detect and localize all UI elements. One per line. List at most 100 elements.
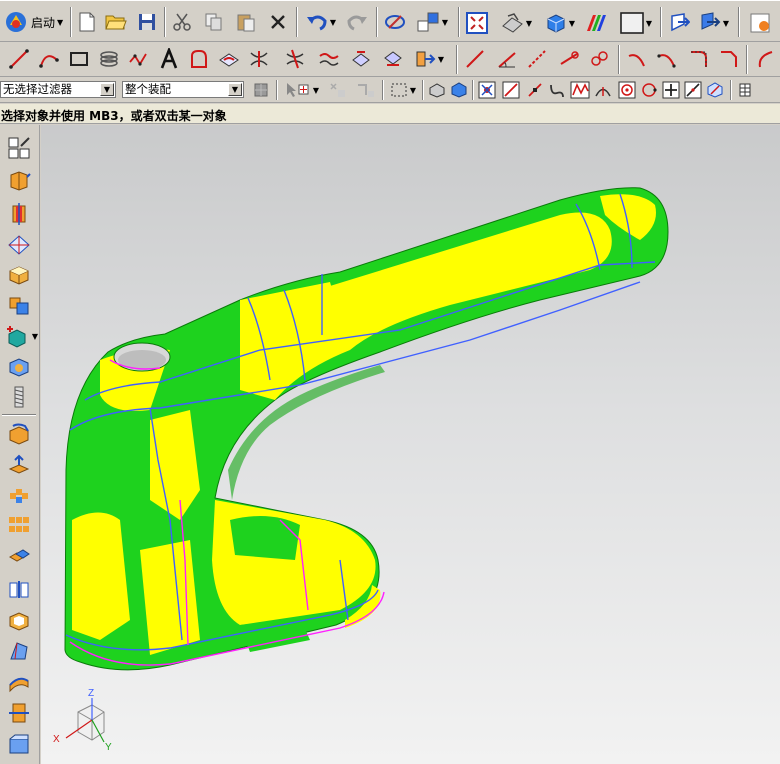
- selection-scope-dropdown[interactable]: 整个装配 ▼: [122, 81, 244, 98]
- snap-circle-center-button[interactable]: [616, 80, 638, 100]
- background-button[interactable]: ▼: [614, 11, 658, 35]
- select-component-button[interactable]: [448, 80, 470, 100]
- sketch-angle-line-button[interactable]: [494, 47, 520, 71]
- paste-button[interactable]: [234, 11, 258, 33]
- new-file-button[interactable]: [76, 11, 98, 33]
- draft-button[interactable]: [4, 637, 34, 665]
- datum-plane-button[interactable]: [4, 231, 34, 259]
- snap-control-point-button[interactable]: [546, 80, 568, 100]
- trim-arc-icon: [754, 48, 776, 70]
- extract-curve-button[interactable]: [348, 47, 374, 71]
- add-feature-button[interactable]: ▼: [4, 322, 38, 350]
- revolve-button[interactable]: [4, 200, 34, 228]
- snap-point-on-surface-button[interactable]: [682, 80, 704, 100]
- pattern-feature-button[interactable]: [4, 481, 34, 509]
- chevron-down-icon[interactable]: ▼: [228, 83, 242, 96]
- pattern-grid-button[interactable]: [4, 511, 34, 539]
- project-curve-button[interactable]: [216, 47, 242, 71]
- wcs-orient-button[interactable]: ▼: [694, 11, 734, 35]
- snap-midpoint-button[interactable]: [524, 80, 546, 100]
- general-selection-button[interactable]: ▼: [282, 80, 322, 100]
- text-a-icon: [158, 48, 180, 70]
- offset-face-button[interactable]: [4, 451, 34, 479]
- edge-blend-button[interactable]: [4, 420, 34, 448]
- sketch-trim-button[interactable]: [752, 47, 778, 71]
- snap-endpoint-button[interactable]: [500, 80, 522, 100]
- extrude-button[interactable]: [4, 167, 34, 195]
- rectangle-select-button[interactable]: ▼: [386, 80, 420, 100]
- text-button[interactable]: [156, 47, 182, 71]
- arc-button[interactable]: [36, 47, 62, 71]
- wcs-dynamics-button[interactable]: [666, 11, 692, 35]
- thread-button[interactable]: [4, 383, 34, 411]
- cut-button[interactable]: [170, 11, 194, 33]
- sketch-point-line-button[interactable]: [556, 47, 582, 71]
- line-button[interactable]: [6, 47, 32, 71]
- block-button[interactable]: [4, 261, 34, 289]
- copy-button[interactable]: [202, 11, 226, 33]
- boolean-button[interactable]: [4, 291, 34, 319]
- start-menu-button[interactable]: 启动 ▼: [4, 10, 63, 34]
- selection-filter-dropdown[interactable]: 无选择过滤器 ▼: [0, 81, 116, 98]
- point-constructor-button[interactable]: [704, 80, 726, 100]
- fit-view-button[interactable]: [464, 11, 490, 35]
- open-file-button[interactable]: [104, 11, 128, 33]
- face-analysis-button[interactable]: [584, 11, 610, 35]
- redo-icon: [346, 13, 368, 31]
- cylinder-button[interactable]: [4, 353, 34, 381]
- intersect-curve-button[interactable]: [246, 47, 272, 71]
- sketch-circle-line-button[interactable]: [586, 47, 612, 71]
- snap-intersection-button[interactable]: [568, 80, 592, 100]
- select-disabled-2-button[interactable]: [354, 80, 378, 100]
- section-curve-button[interactable]: [282, 47, 308, 71]
- sketch-tangent-line-button[interactable]: [524, 47, 550, 71]
- combine-button[interactable]: [4, 543, 34, 571]
- graphics-window[interactable]: Z X Y: [41, 125, 780, 764]
- rectangle-button[interactable]: [66, 47, 92, 71]
- select-features-button[interactable]: [250, 80, 272, 100]
- trim-body-button[interactable]: [4, 699, 34, 727]
- sketch-button[interactable]: [4, 134, 34, 162]
- layer-settings-button[interactable]: [734, 80, 756, 100]
- handle-body[interactable]: [64, 187, 669, 671]
- sketch-line-button[interactable]: [462, 47, 488, 71]
- orient-view-button[interactable]: ▼: [496, 11, 536, 35]
- selection-toolbar: 无选择过滤器 ▼ 整个装配 ▼ ▼ ▼: [0, 77, 780, 103]
- sketch-arc-button[interactable]: [624, 47, 650, 71]
- select-disabled-button[interactable]: [326, 80, 350, 100]
- show-hide-button[interactable]: ▼: [412, 11, 452, 33]
- sketch-arc-3pt-button[interactable]: [654, 47, 680, 71]
- datum-plane-icon: [7, 233, 31, 257]
- block-icon: [7, 263, 31, 287]
- snap-quadrant-button[interactable]: [638, 80, 660, 100]
- helix-button[interactable]: [96, 47, 122, 71]
- snap-point-on-curve-button[interactable]: [660, 80, 682, 100]
- redo-button[interactable]: [344, 11, 370, 33]
- more-features-button[interactable]: [4, 731, 34, 759]
- offset-curve-button[interactable]: [186, 47, 212, 71]
- tangent-line-icon: [526, 48, 548, 70]
- spline-button[interactable]: [126, 47, 152, 71]
- curve-more-button[interactable]: ▼: [410, 47, 448, 71]
- delete-button[interactable]: [266, 11, 290, 33]
- rendering-style-button[interactable]: ▼: [540, 11, 580, 35]
- mirror-body-button[interactable]: [4, 575, 34, 603]
- fillet-icon: [688, 48, 710, 70]
- chevron-down-icon[interactable]: ▼: [100, 83, 114, 96]
- edit-object-display-button[interactable]: [382, 11, 408, 33]
- snap-arc-center-button[interactable]: [592, 80, 614, 100]
- revolve-icon: [7, 202, 31, 226]
- save-button[interactable]: [136, 11, 158, 33]
- snap-all-button[interactable]: [476, 80, 498, 100]
- sketch-chamfer-button[interactable]: [716, 47, 742, 71]
- shell-button[interactable]: [4, 607, 34, 635]
- chevron-down-icon: ▼: [329, 17, 337, 27]
- undo-button[interactable]: ▼: [302, 11, 340, 33]
- select-solid-body-button[interactable]: [426, 80, 448, 100]
- surface-button[interactable]: [4, 669, 34, 697]
- isoparametric-curve-button[interactable]: [316, 47, 342, 71]
- join-curve-button[interactable]: [380, 47, 406, 71]
- model-canvas[interactable]: Z X Y: [41, 125, 780, 764]
- toolbar-options-button[interactable]: [746, 11, 776, 35]
- sketch-fillet-button[interactable]: [686, 47, 712, 71]
